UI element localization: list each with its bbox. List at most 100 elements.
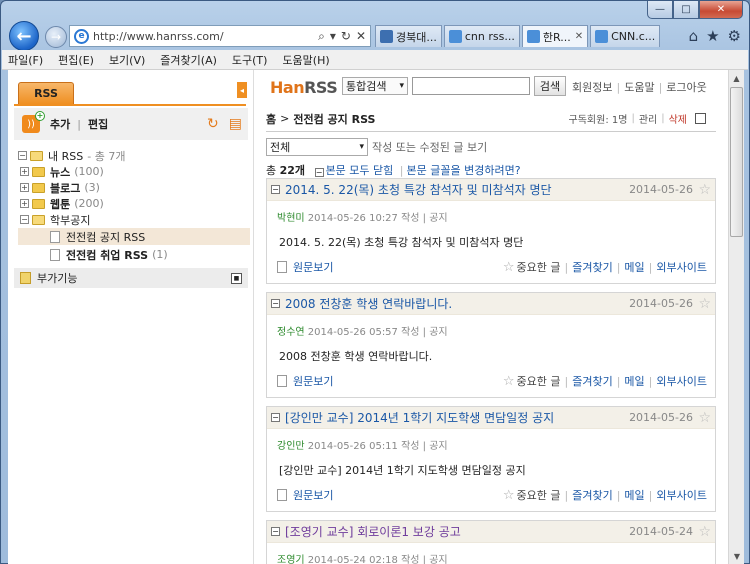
collapse-icon[interactable]: − (271, 527, 280, 536)
home-link[interactable]: 홈 (266, 111, 276, 127)
star-icon[interactable]: ☆ (503, 488, 515, 503)
menu-favorites[interactable]: 즐겨찾기(A) (160, 52, 217, 68)
external-site-link[interactable]: 외부사이트 (656, 487, 707, 503)
tree-folder-news[interactable]: + 뉴스 (100) (18, 164, 250, 179)
menu-view[interactable]: 보기(V) (109, 52, 145, 68)
close-button[interactable]: ✕ (699, 1, 743, 19)
star-icon[interactable]: ☆ (698, 182, 711, 198)
post-header[interactable]: − 2008 전창훈 학생 연락바랍니다. 2014-05-26 ☆ (267, 293, 715, 315)
search-scope-select[interactable]: 통합검색 (342, 77, 408, 95)
notes-icon[interactable]: ▤ (229, 116, 242, 132)
hanrss-logo[interactable]: HanRSS (270, 78, 338, 97)
scroll-down-icon[interactable]: ▼ (729, 548, 745, 564)
important-link[interactable]: 중요한 글 (517, 259, 561, 275)
tree-root[interactable]: − 내 RSS - 총 7개 (18, 148, 250, 163)
back-button[interactable]: ← (9, 21, 39, 51)
toggle-box-icon[interactable] (695, 113, 706, 124)
favorite-link[interactable]: 즐겨찾기 (572, 373, 612, 389)
mail-link[interactable]: 메일 (624, 373, 644, 389)
tree-feed-notice[interactable]: 전전컴 공지 RSS (18, 228, 250, 245)
star-icon[interactable]: ☆ (503, 260, 515, 275)
star-icon[interactable]: ☆ (503, 374, 515, 389)
help-link[interactable]: 도움말 (624, 81, 654, 94)
star-icon[interactable]: ☆ (698, 296, 711, 312)
refresh-icon[interactable]: ↻ (341, 29, 351, 44)
extras-panel[interactable]: 부가기능 ■ (14, 268, 248, 288)
menu-edit[interactable]: 편집(E) (58, 52, 94, 68)
collapse-icon[interactable]: − (18, 151, 27, 160)
member-info-link[interactable]: 회원정보 (572, 81, 612, 94)
tab-knu[interactable]: 경북대... (375, 25, 442, 47)
refresh-icon[interactable]: ↻ (207, 116, 219, 132)
maximize-button[interactable]: □ (673, 1, 699, 19)
post-title[interactable]: [강인만 교수] 2014년 1학기 지도학생 면담일정 공지 (285, 409, 554, 426)
add-feed-link[interactable]: 추가 (50, 116, 70, 132)
search-button[interactable]: 검색 (534, 76, 566, 96)
expand-icon[interactable]: + (20, 183, 29, 192)
address-bar[interactable]: e http://www.hanrss.com/ ⌕ ▾ ↻ ✕ (69, 25, 371, 47)
menu-help[interactable]: 도움말(H) (282, 52, 329, 68)
edit-feeds-link[interactable]: 편집 (88, 116, 108, 132)
tree-folder-notice[interactable]: − 학부공지 (18, 212, 250, 227)
dropdown-icon[interactable]: ▾ (330, 29, 336, 44)
external-site-link[interactable]: 외부사이트 (656, 373, 707, 389)
minimize-button[interactable]: — (647, 1, 673, 19)
add-rss-icon[interactable]: )) + (22, 111, 45, 133)
search-icon[interactable]: ⌕ (318, 29, 325, 44)
address-url[interactable]: http://www.hanrss.com/ (93, 30, 318, 43)
post-title[interactable]: 2014. 5. 22(목) 초청 특강 참석자 및 미참석자 명단 (285, 181, 552, 198)
search-input[interactable] (412, 77, 530, 95)
collapse-icon[interactable]: − (271, 185, 280, 194)
mail-link[interactable]: 메일 (624, 487, 644, 503)
post-header[interactable]: − [조영기 교수] 회로이론1 보강 공고 2014-05-24 ☆ (267, 521, 715, 543)
tree-folder-blog[interactable]: + 블로그 (3) (18, 180, 250, 195)
tab-cnn[interactable]: CNN.c... (590, 25, 661, 47)
tab-cnn-rss[interactable]: cnn rss... (443, 25, 520, 47)
favorite-link[interactable]: 즐겨찾기 (572, 259, 612, 275)
scroll-up-icon[interactable]: ▲ (729, 70, 744, 86)
tree-feed-jobs[interactable]: 전전컴 취업 RSS (1) (18, 246, 250, 263)
home-icon[interactable]: ⌂ (689, 27, 699, 45)
manage-link[interactable]: 관리 (639, 111, 657, 126)
favorites-star-icon[interactable]: ★ (706, 27, 719, 45)
collapse-icon[interactable]: − (20, 215, 29, 224)
external-site-link[interactable]: 외부사이트 (656, 259, 707, 275)
collapse-all-link[interactable]: 본문 모두 닫힘 (326, 164, 394, 177)
tree-folder-webtoon[interactable]: + 웹툰 (200) (18, 196, 250, 211)
tab-hanrss[interactable]: 한R... ✕ (521, 25, 589, 47)
toggle-box-icon[interactable]: ■ (231, 272, 242, 284)
original-link[interactable]: 원문보기 (293, 487, 333, 503)
filter-select[interactable]: 전체 (266, 138, 368, 156)
change-font-link[interactable]: 본문 글꼴을 변경하려면? (407, 164, 521, 177)
mail-link[interactable]: 메일 (624, 259, 644, 275)
post-card: − [조영기 교수] 회로이론1 보강 공고 2014-05-24 ☆ 조영기 … (266, 520, 716, 564)
forward-button[interactable]: → (45, 26, 67, 48)
tab-close-icon[interactable]: ✕ (575, 31, 583, 42)
post-title[interactable]: 2008 전창훈 학생 연락바랍니다. (285, 295, 452, 312)
favorite-link[interactable]: 즐겨찾기 (572, 487, 612, 503)
expand-icon[interactable]: + (20, 199, 29, 208)
expand-icon[interactable]: + (20, 167, 29, 176)
original-link[interactable]: 원문보기 (293, 259, 333, 275)
post-header[interactable]: − [강인만 교수] 2014년 1학기 지도학생 면담일정 공지 2014-0… (267, 407, 715, 429)
post-header[interactable]: − 2014. 5. 22(목) 초청 특강 참석자 및 미참석자 명단 201… (267, 179, 715, 201)
stop-icon[interactable]: ✕ (356, 29, 366, 44)
logout-link[interactable]: 로그아웃 (666, 81, 706, 94)
vertical-scrollbar[interactable]: ▲ ▼ (728, 70, 744, 564)
collapse-pane-button[interactable]: ◂ (237, 82, 247, 98)
post-title[interactable]: [조영기 교수] 회로이론1 보강 공고 (285, 523, 461, 540)
important-link[interactable]: 중요한 글 (517, 487, 561, 503)
star-icon[interactable]: ☆ (698, 524, 711, 540)
menu-file[interactable]: 파일(F) (8, 52, 43, 68)
collapse-icon[interactable]: − (271, 299, 280, 308)
delete-link[interactable]: 삭제 (669, 111, 687, 126)
collapse-icon[interactable]: − (314, 168, 324, 177)
star-icon[interactable]: ☆ (698, 410, 711, 426)
original-link[interactable]: 원문보기 (293, 373, 333, 389)
collapse-icon[interactable]: − (271, 413, 280, 422)
gear-icon[interactable]: ⚙ (728, 27, 741, 45)
important-link[interactable]: 중요한 글 (517, 373, 561, 389)
menu-tools[interactable]: 도구(T) (232, 52, 268, 68)
scroll-thumb[interactable] (730, 87, 743, 237)
rss-tab[interactable]: RSS (18, 82, 74, 104)
